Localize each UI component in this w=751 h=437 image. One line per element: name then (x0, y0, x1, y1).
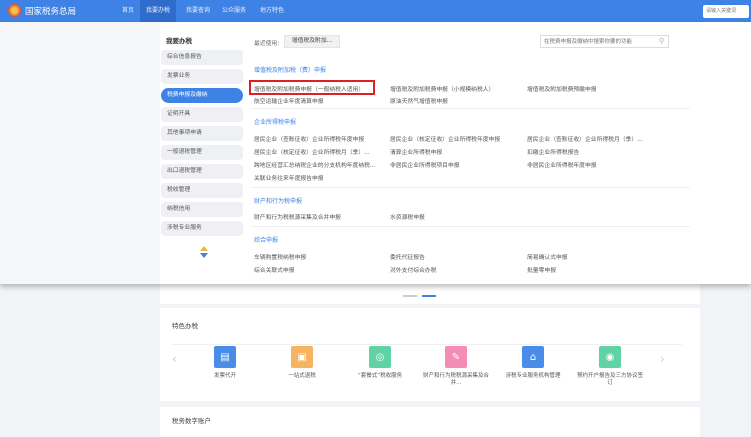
nav-local[interactable]: 地方特色 (254, 0, 290, 22)
service-label: 预约开户报告及三方协议签订 (576, 373, 643, 386)
sidebar-item[interactable]: 证明开具 (161, 107, 243, 122)
link[interactable]: 居民企业（核定征收）企业所得税月（季）... (254, 147, 370, 156)
chevron-left-icon[interactable]: ‹ (172, 352, 177, 366)
link[interactable]: 航空运输企业年度清算申报 (254, 96, 324, 105)
recent-item-button[interactable]: 增值税及附加... (284, 35, 340, 48)
nav-query[interactable]: 我要查询 (180, 0, 216, 22)
link[interactable]: 关联业务往来年度报告申报 (254, 173, 324, 182)
link[interactable]: 批量零申报 (527, 265, 556, 274)
services-title: 特色办税 (172, 322, 198, 330)
digital-account-card: 税务数字账户 (160, 407, 700, 437)
account-icon: ◉ (599, 346, 621, 368)
service-label: 一站式退税 (288, 373, 316, 379)
sidebar-item[interactable]: 涉税专业服务 (161, 221, 243, 236)
nav-home[interactable]: 首页 (116, 0, 140, 22)
emblem-icon (8, 4, 21, 17)
link[interactable]: 清算企业所得税申报 (390, 147, 442, 156)
sidebar-title: 我要办税 (166, 37, 192, 45)
link[interactable]: 增值税及附加税费预缴申报 (527, 84, 597, 93)
section-title: 增值税及附加税（费）申报 (254, 67, 327, 74)
sidebar-item[interactable]: 纳税信用 (161, 202, 243, 217)
nav-handle-tax[interactable]: 我要办税 (140, 0, 177, 22)
link[interactable]: 非居民企业所得税项目申报 (390, 160, 460, 169)
chevron-right-icon[interactable]: › (660, 352, 665, 366)
link[interactable]: 简易确认式申报 (527, 252, 568, 261)
link[interactable]: 财产和行为税税源采集及合并申报 (254, 212, 341, 221)
link[interactable]: 水资源税申报 (390, 212, 425, 221)
link[interactable]: 居民企业（核定征收）企业所得税年度申报 (390, 134, 500, 143)
service-label: 财产和行为税税源采集及合并... (422, 373, 489, 386)
agency-icon: ⌂ (522, 346, 544, 368)
link[interactable]: 对外支付综合办税 (390, 265, 436, 274)
menu-left-pad (0, 22, 160, 284)
link[interactable]: 综合关联式申报 (254, 265, 295, 274)
package-icon: ◎ (369, 346, 391, 368)
section-title: 综合申报 (254, 237, 279, 244)
service-label: “套餐式”税收服务 (357, 373, 403, 379)
nav-public-service[interactable]: 公众服务 (216, 0, 252, 22)
service-account[interactable]: ◉ 预约开户报告及三方协议签订 (575, 346, 645, 387)
top-header (0, 0, 751, 22)
carousel-dot[interactable] (403, 295, 417, 297)
section-title: 财产和行为税申报 (254, 198, 303, 205)
sidebar-item[interactable]: 其他事项申请 (161, 126, 243, 141)
service-property[interactable]: ✎ 财产和行为税税源采集及合并... (421, 346, 491, 387)
carousel-dot-active[interactable] (422, 295, 436, 297)
scroll-indicator-icon[interactable] (198, 245, 210, 259)
search-icon[interactable]: ⚲ (659, 37, 664, 45)
link[interactable]: 居民企业（查账征收）企业所得税年度申报 (254, 134, 364, 143)
invoice-icon: ▤ (214, 346, 236, 368)
divider (172, 344, 682, 345)
link[interactable]: 车辆购置税纳税申报 (254, 252, 306, 261)
link[interactable]: 跨地区经营汇总纳税企业的分支机构年度纳税... (254, 160, 375, 169)
recent-label: 最近使用: (254, 41, 280, 47)
property-icon: ✎ (445, 346, 467, 368)
refund-icon: ▣ (291, 346, 313, 368)
link[interactable]: 委托代征报告 (390, 252, 425, 261)
service-label: 涉税专业服务机构管理 (505, 373, 561, 379)
divider (250, 187, 690, 188)
service-refund[interactable]: ▣ 一站式退税 (267, 346, 337, 380)
digital-account-title: 税务数字账户 (172, 417, 211, 425)
function-search-input[interactable] (540, 35, 669, 48)
sidebar-item[interactable]: 一般退税管理 (161, 145, 243, 160)
divider (250, 226, 690, 227)
highlight-box (249, 80, 375, 95)
link[interactable]: 增值税及附加税费申报（小规模纳税人） (390, 84, 494, 93)
sidebar-item-active[interactable]: 税费申报及缴纳 (161, 88, 243, 103)
sidebar-item[interactable]: 税收管理 (161, 183, 243, 198)
service-label: 发票代开 (213, 373, 236, 379)
section-title: 企业所得税申报 (254, 119, 297, 126)
sidebar-item[interactable]: 出口退税管理 (161, 164, 243, 179)
sidebar-item[interactable]: 发票业务 (161, 69, 243, 84)
link[interactable]: 非居民企业所得税年度申报 (527, 160, 597, 169)
service-agency[interactable]: ⌂ 涉税专业服务机构管理 (498, 346, 568, 380)
header-search-input[interactable] (703, 5, 749, 18)
site-logo[interactable]: 国家税务总局 (8, 4, 76, 17)
link[interactable]: 原油天然气增值税申报 (390, 96, 448, 105)
divider (250, 108, 690, 109)
sidebar-item[interactable]: 综合信息报告 (161, 50, 243, 65)
carousel-footer (160, 284, 700, 304)
link[interactable]: 居民企业（查账征收）企业所得税月（季）... (527, 134, 643, 143)
service-package[interactable]: ◎ “套餐式”税收服务 (345, 346, 415, 380)
site-title: 国家税务总局 (25, 6, 77, 17)
link[interactable]: 扣缴企业所得税报告 (527, 147, 579, 156)
service-invoice[interactable]: ▤ 发票代开 (190, 346, 260, 380)
